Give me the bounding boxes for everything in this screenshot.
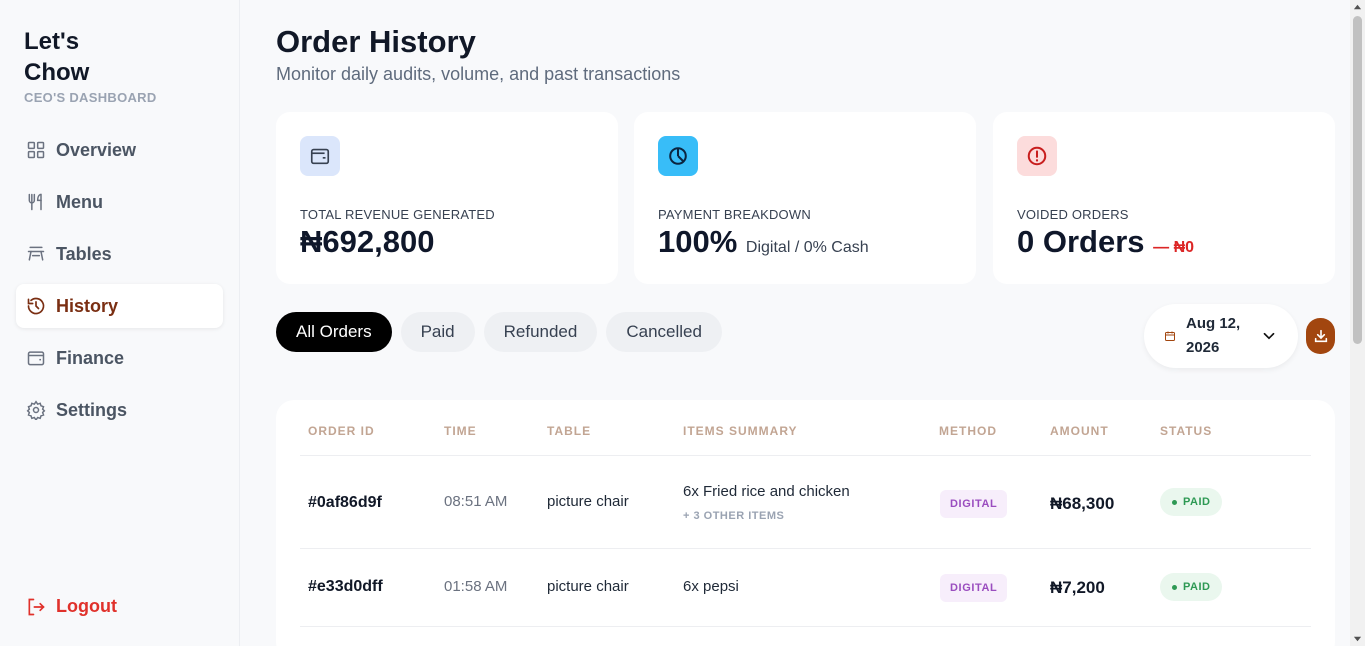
payment-detail: Digital / 0% Cash — [745, 239, 869, 256]
orders-table: ORDER ID TIME TABLE ITEMS SUMMARY METHOD… — [276, 400, 1335, 646]
column-header-items: ITEMS SUMMARY — [683, 424, 798, 438]
sidebar-item-label: Settings — [56, 399, 128, 420]
history-icon — [27, 297, 45, 315]
order-time: 08:51 AM — [444, 493, 508, 510]
sidebar-nav: Overview Menu Tables History Finance Set… — [16, 128, 223, 440]
filter-tabs: All Orders Paid Refunded Cancelled — [276, 312, 722, 352]
scrollbar-thumb[interactable] — [1353, 16, 1362, 344]
wallet-icon — [310, 148, 330, 165]
order-id: #0af86d9f — [308, 494, 382, 511]
fork-knife-icon — [28, 193, 42, 211]
voided-label: VOIDED ORDERS — [1017, 207, 1129, 222]
voided-icon-box — [1017, 136, 1057, 176]
order-amount: ₦68,300 — [1050, 494, 1115, 513]
status-dot — [1172, 584, 1177, 590]
logout-button[interactable]: Logout — [26, 596, 117, 617]
revenue-card: TOTAL REVENUE GENERATED ₦692,800 — [276, 112, 618, 284]
status-badge: PAID — [1160, 488, 1223, 516]
order-amount: ₦7,200 — [1050, 578, 1105, 597]
table-row[interactable]: #e33d0dff 01:58 AM picture chair 6x peps… — [300, 549, 1311, 627]
wallet-icon — [27, 351, 45, 366]
order-id: #e33d0dff — [308, 578, 383, 595]
calendar-icon — [1165, 331, 1175, 341]
brand-name: Let's Chow — [24, 28, 90, 86]
tab-paid[interactable]: Paid — [400, 312, 475, 352]
status-dot — [1172, 499, 1177, 505]
column-header-status: STATUS — [1160, 424, 1213, 438]
alert-circle-icon — [1027, 146, 1047, 166]
revenue-value: ₦692,800 — [300, 224, 435, 259]
tab-refunded[interactable]: Refunded — [483, 312, 598, 352]
column-header-amount: AMOUNT — [1050, 424, 1109, 438]
payment-icon-box — [658, 136, 698, 176]
sidebar-item-label: Menu — [56, 191, 103, 212]
revenue-label: TOTAL REVENUE GENERATED — [300, 207, 495, 222]
sidebar: Let's Chow CEO'S DASHBOARD Overview Menu… — [0, 0, 240, 646]
tab-all-orders[interactable]: All Orders — [276, 312, 392, 352]
table-icon — [27, 246, 45, 261]
table-row[interactable]: #0af86d9f 08:51 AM picture chair 6x Frie… — [300, 457, 1311, 549]
sidebar-item-finance[interactable]: Finance — [16, 336, 223, 380]
payment-card: PAYMENT BREAKDOWN 100% Digital / 0% Cash — [634, 112, 976, 284]
method-badge: DIGITAL — [940, 490, 1008, 518]
payment-label: PAYMENT BREAKDOWN — [658, 207, 811, 222]
sidebar-item-history[interactable]: History — [16, 284, 223, 328]
voided-card: VOIDED ORDERS 0 Orders — ₦0 — [993, 112, 1335, 284]
page-subtitle: Monitor daily audits, volume, and past t… — [276, 64, 681, 84]
date-value: Aug 12, 2026 — [1186, 315, 1241, 356]
order-items: 6x pepsi — [683, 578, 739, 595]
page-scrollbar[interactable] — [1350, 0, 1365, 646]
download-icon — [1314, 329, 1327, 343]
order-more-items: + 3 OTHER ITEMS — [683, 510, 785, 522]
voided-amount: — ₦0 — [1153, 239, 1195, 256]
download-button[interactable] — [1306, 318, 1335, 354]
logout-icon — [28, 598, 45, 615]
gear-icon — [26, 400, 46, 420]
sidebar-item-label: Tables — [56, 243, 112, 264]
payment-value: 100% Digital / 0% Cash — [658, 224, 869, 260]
column-header-order-id: ORDER ID — [308, 424, 375, 438]
summary-cards: TOTAL REVENUE GENERATED ₦692,800 PAYMENT… — [276, 112, 1336, 284]
date-picker[interactable]: Aug 12, 2026 — [1144, 304, 1298, 368]
sidebar-item-tables[interactable]: Tables — [16, 232, 223, 276]
order-table: picture chair — [547, 578, 629, 595]
method-badge: DIGITAL — [940, 574, 1008, 602]
scroll-up-arrow-icon[interactable] — [1353, 3, 1362, 12]
page-title: Order History — [276, 24, 476, 59]
column-header-time: TIME — [444, 424, 477, 438]
logout-label: Logout — [56, 596, 117, 616]
table-header: ORDER ID TIME TABLE ITEMS SUMMARY METHOD… — [300, 424, 1311, 456]
status-badge: PAID — [1160, 573, 1223, 601]
order-time: 01:58 AM — [444, 578, 508, 595]
sidebar-item-label: Finance — [56, 347, 125, 368]
voided-count: 0 Orders — [1017, 224, 1145, 259]
sidebar-item-menu[interactable]: Menu — [16, 180, 223, 224]
scroll-down-arrow-icon[interactable] — [1353, 634, 1362, 643]
brand-subtitle: CEO'S DASHBOARD — [24, 90, 157, 105]
tab-cancelled[interactable]: Cancelled — [606, 312, 722, 352]
pie-chart-icon — [669, 147, 687, 165]
payment-percent: 100% — [658, 224, 738, 259]
chevron-down-icon — [1263, 332, 1275, 340]
order-items: 6x Fried rice and chicken — [683, 483, 850, 500]
sidebar-item-label: Overview — [56, 139, 137, 160]
brand: Let's Chow CEO'S DASHBOARD — [24, 26, 157, 105]
sidebar-item-overview[interactable]: Overview — [16, 128, 223, 172]
status-label: PAID — [1183, 581, 1211, 593]
status-label: PAID — [1183, 496, 1211, 508]
order-table: picture chair — [547, 493, 629, 510]
column-header-table: TABLE — [547, 424, 592, 438]
revenue-icon-box — [300, 136, 340, 176]
voided-value: 0 Orders — ₦0 — [1017, 224, 1194, 260]
column-header-method: METHOD — [939, 424, 997, 438]
sidebar-item-label: History — [56, 295, 119, 316]
sidebar-item-settings[interactable]: Settings — [16, 388, 223, 432]
grid-icon — [27, 141, 45, 159]
